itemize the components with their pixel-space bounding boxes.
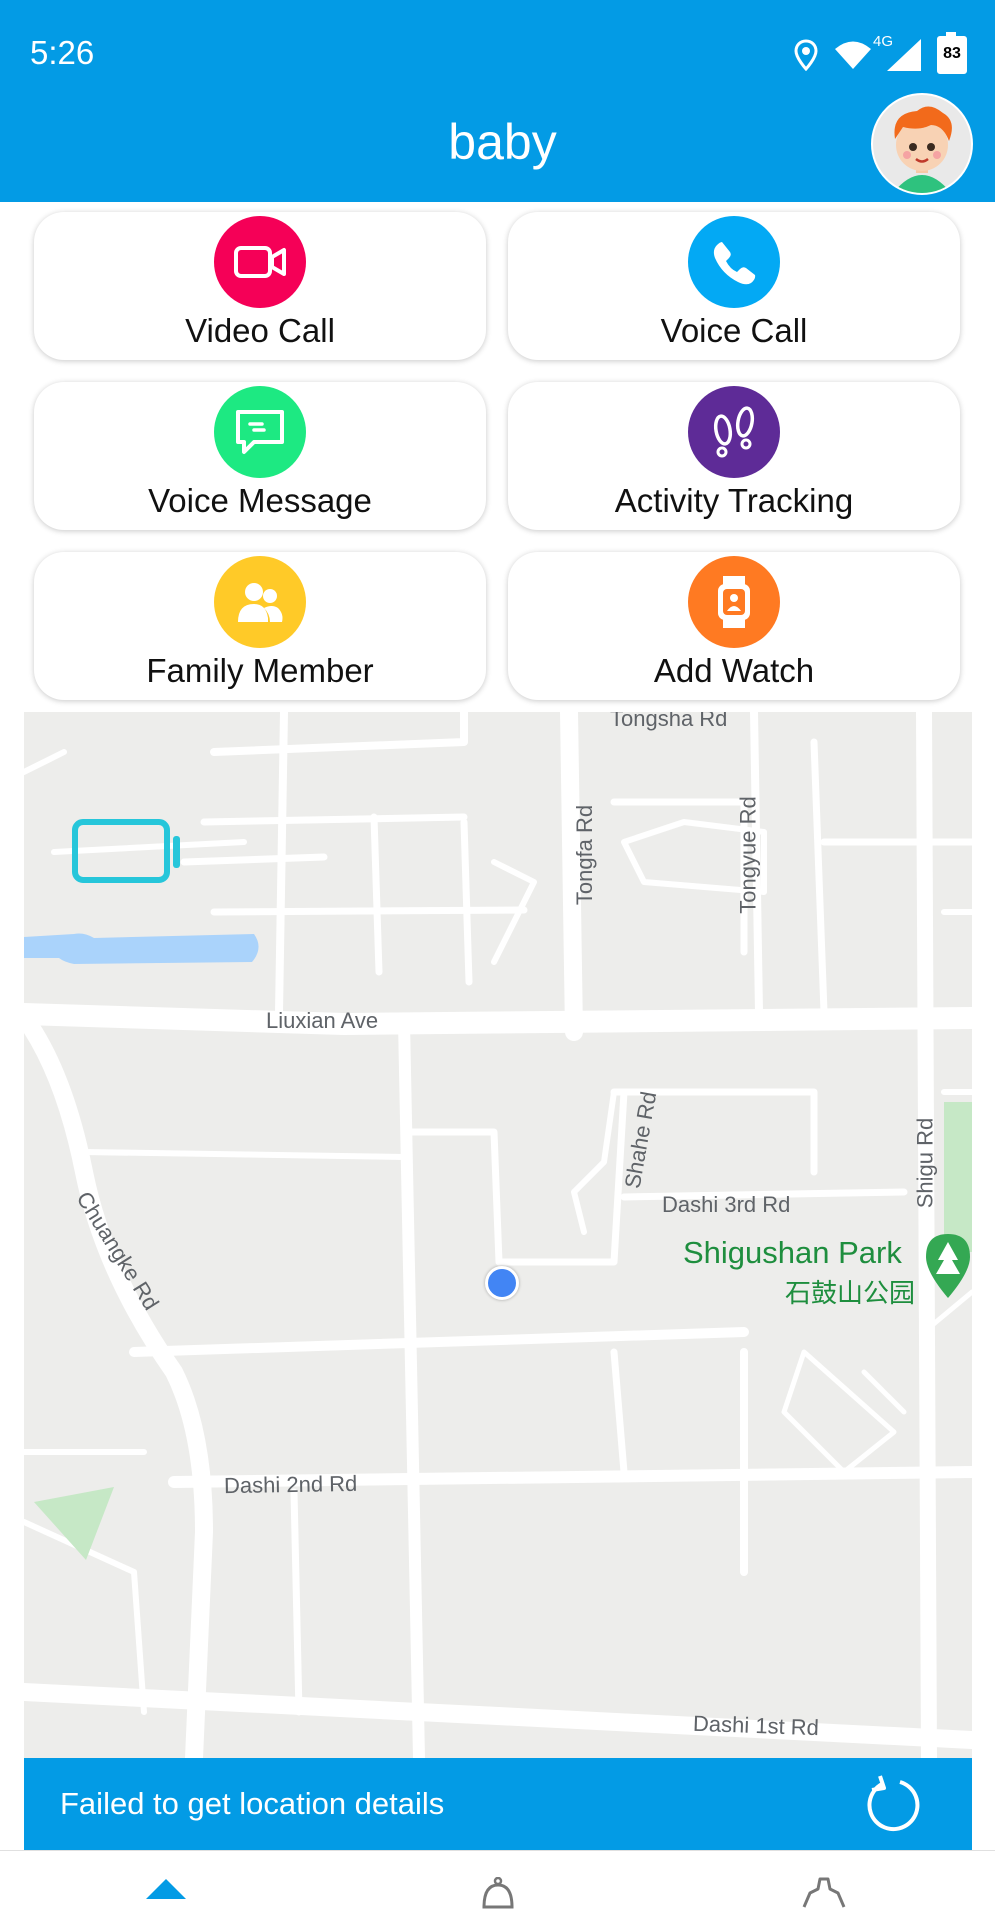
network-type: 4G	[873, 33, 894, 50]
video-call-button[interactable]: Video Call	[34, 212, 486, 360]
voice-message-button[interactable]: Voice Message	[34, 382, 486, 530]
current-location-dot[interactable]	[485, 1266, 519, 1300]
location-status-message: Failed to get location details	[60, 1786, 445, 1821]
road-label-shigu: Shigu Rd	[912, 1117, 938, 1209]
location-status-bar: Failed to get location details	[24, 1758, 972, 1850]
add-watch-button[interactable]: Add Watch	[508, 552, 960, 700]
park-label-chinese: 石鼓山公园	[785, 1278, 916, 1308]
home-icon[interactable]	[144, 1877, 188, 1921]
family-member-button[interactable]: Family Member	[34, 552, 486, 700]
app-header: 5:26 4G 83 baby	[0, 0, 995, 202]
cell-signal-icon: 4G	[873, 33, 923, 71]
park-label: Shigushan Park	[683, 1235, 902, 1270]
child-avatar-icon[interactable]	[871, 93, 973, 195]
activity-tracking-button[interactable]: Activity Tracking	[508, 382, 960, 530]
map-view[interactable]: Tongsha Rd Tongfa Rd Tongyue Rd Liuxian …	[24, 712, 972, 1758]
road-label-liuxian: Liuxian Ave	[266, 1008, 379, 1033]
watch-icon	[688, 556, 780, 648]
chat-bubble-icon	[214, 386, 306, 478]
voice-message-label: Voice Message	[148, 482, 372, 519]
page-title: baby	[448, 114, 557, 170]
add-watch-label: Add Watch	[653, 652, 815, 689]
refresh-icon[interactable]	[862, 1774, 922, 1839]
battery-icon: 83	[937, 32, 967, 74]
road-label-dashi3: Dashi 3rd Rd	[662, 1192, 791, 1217]
road-label-dashi2: Dashi 2nd Rd	[223, 1470, 358, 1499]
voice-call-button[interactable]: Voice Call	[508, 212, 960, 360]
road-label-tongyue: Tongyue Rd	[735, 796, 761, 914]
video-call-label: Video Call	[185, 312, 335, 349]
wifi-icon	[833, 40, 873, 70]
location-pin-icon	[793, 39, 819, 71]
status-icons: 4G 83	[793, 32, 967, 74]
people-icon	[214, 556, 306, 648]
voice-call-label: Voice Call	[660, 312, 808, 349]
road-label-dashi1: Dashi 1st Rd	[692, 1710, 820, 1741]
road-label-tongsha: Tongsha Rd	[610, 712, 728, 731]
settings-gear-icon[interactable]	[800, 1877, 848, 1921]
family-member-label: Family Member	[146, 652, 374, 689]
status-time: 5:26	[30, 34, 95, 71]
road-label-tongfa: Tongfa Rd	[572, 804, 598, 906]
phone-icon	[688, 216, 780, 308]
bottom-navigation	[0, 1850, 995, 1921]
notification-bell-icon[interactable]	[476, 1876, 520, 1921]
video-camera-icon	[214, 216, 306, 308]
activity-tracking-label: Activity Tracking	[614, 482, 854, 519]
footprints-icon	[688, 386, 780, 478]
